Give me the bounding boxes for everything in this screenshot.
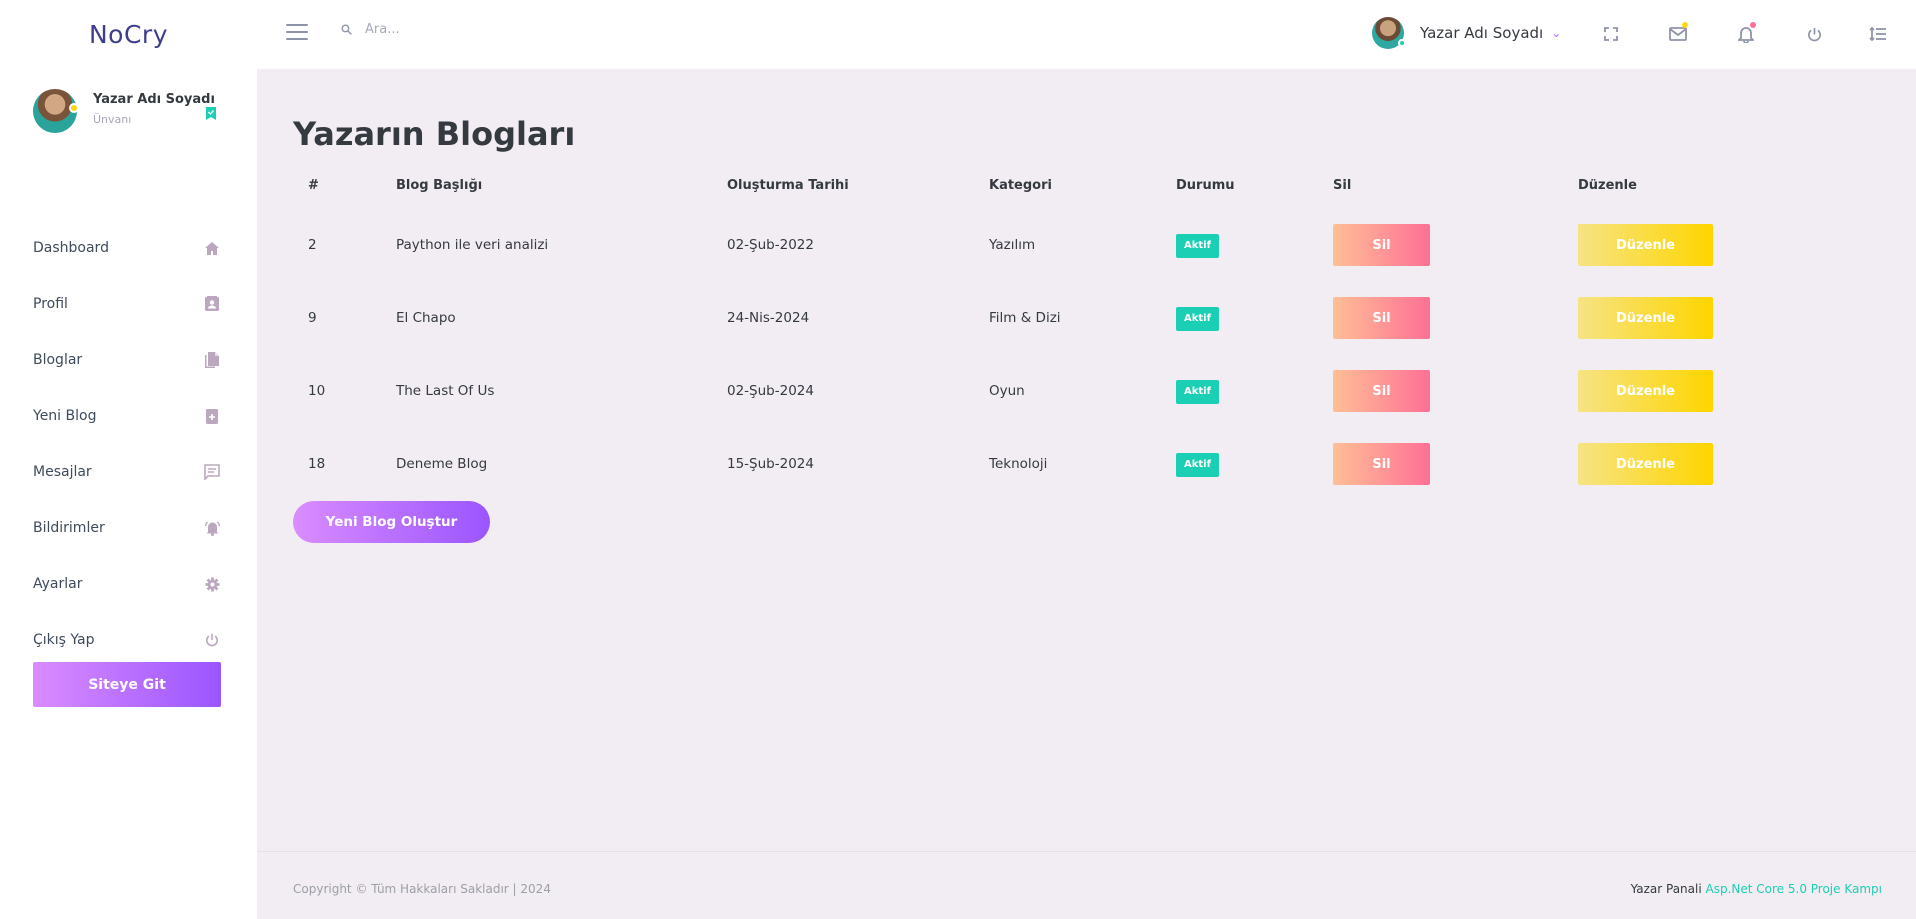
sidebar-item-label: Çıkış Yap <box>33 632 95 648</box>
table-row: 9 El Chapo 24-Nis-2024 Film & Dizi Aktif… <box>293 282 1880 355</box>
sidebar-item-ayarlar[interactable]: Ayarlar <box>33 556 221 612</box>
mail-notification-dot <box>1682 22 1688 28</box>
row-title: Paython ile veri analizi <box>396 237 549 253</box>
footer-credit: Yazar Panali Asp.Net Core 5.0 Proje Kamp… <box>1631 882 1882 896</box>
sidebar: Yazar Adı Soyadı Ünvanı Dashboard Profil… <box>0 69 257 919</box>
sidebar-item-label: Ayarlar <box>33 576 83 592</box>
blog-table: # Blog Başlığı Oluşturma Tarihi Kategori… <box>293 170 1880 501</box>
footer: Copyright © Tüm Hakkaları Sakladır | 202… <box>257 851 1916 919</box>
menu-toggle-icon[interactable] <box>286 24 308 42</box>
mail-icon[interactable] <box>1666 22 1690 46</box>
bell-ring-icon <box>203 520 221 536</box>
row-date: 15-Şub-2024 <box>727 456 814 472</box>
status-badge: Aktif <box>1176 234 1219 258</box>
column-header-title: Blog Başlığı <box>396 178 483 193</box>
table-header: # Blog Başlığı Oluşturma Tarihi Kategori… <box>293 170 1880 209</box>
message-icon <box>203 464 221 480</box>
sidebar-item-label: Bildirimler <box>33 520 105 536</box>
sidebar-item-label: Mesajlar <box>33 464 92 480</box>
delete-button[interactable]: Sil <box>1333 224 1430 266</box>
sidebar-item-bildirimler[interactable]: Bildirimler <box>33 500 221 556</box>
delete-button[interactable]: Sil <box>1333 370 1430 412</box>
avatar <box>1372 17 1406 49</box>
sidebar-item-label: Profil <box>33 296 68 312</box>
sidebar-item-bloglar[interactable]: Bloglar <box>33 332 221 388</box>
home-icon <box>203 241 221 255</box>
copyright-text: Copyright © Tüm Hakkaları Sakladır | 202… <box>293 882 551 896</box>
edit-button[interactable]: Düzenle <box>1578 297 1713 339</box>
edit-button[interactable]: Düzenle <box>1578 443 1713 485</box>
row-title: Deneme Blog <box>396 456 488 472</box>
sidebar-item-dashboard[interactable]: Dashboard <box>33 220 221 276</box>
profile-dropdown[interactable]: Yazar Adı Soyadı ⌄ <box>1372 17 1561 49</box>
bell-icon[interactable] <box>1734 22 1758 46</box>
delete-button[interactable]: Sil <box>1333 443 1430 485</box>
footer-link[interactable]: Asp.Net Core 5.0 Proje Kampı <box>1706 882 1882 896</box>
search-bar <box>340 22 665 37</box>
row-title: The Last Of Us <box>396 383 495 399</box>
row-id: 9 <box>308 310 317 326</box>
row-date: 24-Nis-2024 <box>727 310 810 326</box>
page-title: Yazarın Blogları <box>293 115 576 153</box>
search-icon <box>341 24 352 35</box>
sidebar-item-cikis-yap[interactable]: Çıkış Yap <box>33 612 221 668</box>
chevron-down-icon: ⌄ <box>1551 26 1562 40</box>
sidebar-nav: Dashboard Profil Bloglar Yeni Blog Mesaj… <box>33 220 221 668</box>
column-header-category: Kategori <box>989 178 1052 193</box>
go-to-site-button[interactable]: Siteye Git <box>33 662 221 707</box>
row-category: Oyun <box>989 383 1025 399</box>
document-icon <box>203 352 221 368</box>
top-navbar: NoCry Yazar Adı Soyadı ⌄ <box>0 0 1916 69</box>
sidebar-item-mesajlar[interactable]: Mesajlar <box>33 444 221 500</box>
column-header-delete: Sil <box>1333 178 1352 193</box>
column-header-id: # <box>308 178 319 193</box>
row-id: 2 <box>308 237 317 253</box>
sidebar-profile-name: Yazar Adı Soyadı <box>93 92 215 107</box>
power-icon[interactable] <box>1802 22 1826 46</box>
sidebar-item-label: Yeni Blog <box>33 408 97 424</box>
fullscreen-icon[interactable] <box>1599 22 1623 46</box>
status-badge: Aktif <box>1176 307 1219 331</box>
gear-icon <box>203 576 221 592</box>
row-id: 18 <box>308 456 326 472</box>
contact-card-icon <box>203 296 221 312</box>
book-plus-icon <box>203 408 221 424</box>
row-title: El Chapo <box>396 310 456 326</box>
brand-logo[interactable]: NoCry <box>0 0 257 69</box>
power-icon <box>203 633 221 647</box>
row-id: 10 <box>308 383 326 399</box>
sidebar-item-label: Dashboard <box>33 240 109 256</box>
sidebar-item-label: Bloglar <box>33 352 83 368</box>
panel-label: Yazar Panali <box>1630 882 1702 896</box>
row-category: Film & Dizi <box>989 310 1061 326</box>
table-row: 18 Deneme Blog 15-Şub-2024 Teknoloji Akt… <box>293 428 1880 501</box>
edit-button[interactable]: Düzenle <box>1578 224 1713 266</box>
edit-button[interactable]: Düzenle <box>1578 370 1713 412</box>
new-blog-button[interactable]: Yeni Blog Oluştur <box>293 501 490 543</box>
table-row: 10 The Last Of Us 02-Şub-2024 Oyun Aktif… <box>293 355 1880 428</box>
status-badge: Aktif <box>1176 380 1219 404</box>
online-status-dot <box>1398 39 1406 47</box>
column-header-status: Durumu <box>1176 178 1235 193</box>
bookmark-check-icon <box>206 105 216 124</box>
sidebar-profile-title: Ünvanı <box>93 113 132 126</box>
format-list-icon[interactable] <box>1866 22 1890 46</box>
sidebar-item-yeni-blog[interactable]: Yeni Blog <box>33 388 221 444</box>
search-input[interactable] <box>365 22 665 37</box>
row-category: Teknoloji <box>989 456 1048 472</box>
row-date: 02-Şub-2024 <box>727 383 814 399</box>
sidebar-profile[interactable]: Yazar Adı Soyadı Ünvanı <box>33 89 216 133</box>
sidebar-item-profil[interactable]: Profil <box>33 276 221 332</box>
delete-button[interactable]: Sil <box>1333 297 1430 339</box>
profile-name: Yazar Adı Soyadı <box>1420 24 1544 42</box>
bell-notification-dot <box>1750 22 1756 28</box>
row-category: Yazılım <box>989 237 1036 253</box>
status-badge: Aktif <box>1176 453 1219 477</box>
status-dot <box>69 103 79 113</box>
avatar <box>33 89 79 133</box>
table-row: 2 Paython ile veri analizi 02-Şub-2022 Y… <box>293 209 1880 282</box>
row-date: 02-Şub-2022 <box>727 237 814 253</box>
column-header-edit: Düzenle <box>1578 178 1637 193</box>
column-header-date: Oluşturma Tarihi <box>727 178 849 193</box>
